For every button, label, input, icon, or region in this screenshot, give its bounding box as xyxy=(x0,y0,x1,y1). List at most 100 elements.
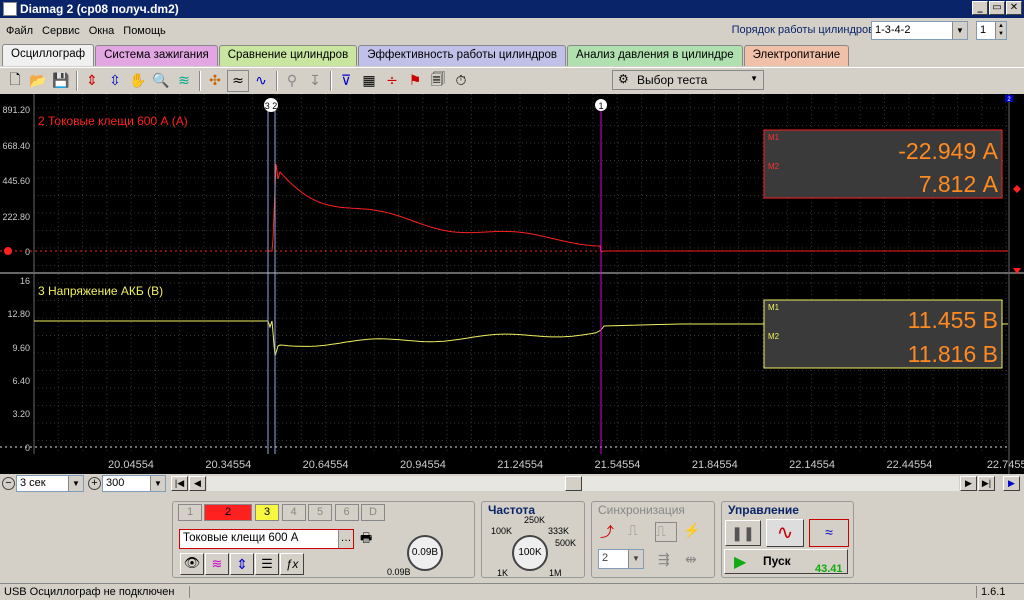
invert-icon[interactable]: ≋ xyxy=(205,553,229,575)
channel-2-scale-marker[interactable] xyxy=(1013,185,1021,193)
status-text: USB Осциллограф не подключен xyxy=(0,586,190,598)
zoom-vertical-icon[interactable]: ⇕ xyxy=(81,70,103,92)
step-down-icon[interactable]: ⎍ xyxy=(655,522,677,542)
chevron-down-icon: ▼ xyxy=(150,476,165,491)
control-timer-display: 43.41 xyxy=(815,563,843,575)
frequency-knob[interactable]: 100K xyxy=(512,535,548,571)
cursor-marker-right-label: 1 xyxy=(598,101,603,111)
channel-button-d[interactable]: D xyxy=(361,504,385,521)
channel-button-5[interactable]: 5 xyxy=(308,504,332,521)
scrollbar-thumb[interactable] xyxy=(565,476,582,491)
pause-button[interactable]: ❚❚ xyxy=(725,520,761,546)
new-file-icon[interactable]: 🗋 xyxy=(4,70,26,92)
tab-oscilloscope[interactable]: Осциллограф xyxy=(2,44,95,66)
level-knob[interactable]: 0.09В xyxy=(407,535,443,571)
sync-arrows-icon[interactable]: ⇹ xyxy=(685,551,697,568)
tab-pressure-analysis[interactable]: Анализ давления в цилиндре xyxy=(567,45,743,66)
auto-icon[interactable]: ⚲ xyxy=(281,70,303,92)
points-select[interactable]: 300 ▼ xyxy=(102,475,166,492)
channel-button-6[interactable]: 6 xyxy=(334,504,359,521)
zoom-out-icon[interactable]: − xyxy=(2,477,15,490)
auto-sync-icon[interactable]: ⚡ xyxy=(683,522,705,542)
time-tick: 20.94554 xyxy=(400,459,446,471)
zoom-icon[interactable]: 🔍 xyxy=(150,70,172,92)
chevron-down-icon: ▼ xyxy=(628,550,643,568)
step-up-icon[interactable]: ⎍ xyxy=(628,522,650,542)
scroll-right-button[interactable]: ▶ xyxy=(960,476,977,491)
zero-icon[interactable]: ↧ xyxy=(304,70,326,92)
chevron-down-icon: ▼ xyxy=(68,476,83,491)
menu-file[interactable]: Файл xyxy=(3,25,36,37)
signal-icon[interactable]: ∿ xyxy=(250,70,272,92)
sensor-select[interactable]: Токовые клещи 600 А… xyxy=(179,529,354,549)
split-icon[interactable]: ÷ xyxy=(381,70,403,92)
ch3-ytick: 3.20 xyxy=(12,409,30,419)
ch3-ytick: 0 xyxy=(25,443,30,453)
channel-button-2[interactable]: 2 xyxy=(204,504,252,521)
overlay-icon[interactable]: ✣ xyxy=(204,70,226,92)
freq-label-333k: 333K xyxy=(548,526,570,536)
function-icon[interactable]: ƒx xyxy=(280,553,304,575)
eye-icon[interactable]: 👁 xyxy=(180,553,204,575)
filter-icon[interactable]: ⊽ xyxy=(335,70,357,92)
test-select[interactable]: ⚙ Выбор теста ▼ xyxy=(612,70,764,90)
scroll-left-button[interactable]: ◀ xyxy=(189,476,206,491)
table-icon[interactable]: ▦ xyxy=(358,70,380,92)
scroll-first-button[interactable]: |◀ xyxy=(171,476,188,491)
channel-button-3[interactable]: 3 xyxy=(255,504,279,521)
page-icon[interactable]: 🗐 xyxy=(427,70,449,92)
save-icon[interactable]: 💾 xyxy=(50,70,72,92)
ch2-ytick: 0 xyxy=(25,247,30,257)
sync-level-icon[interactable]: ⇶ xyxy=(658,551,670,568)
menu-windows[interactable]: Окна xyxy=(86,25,118,37)
tab-cylinder-compare[interactable]: Сравнение цилиндров xyxy=(218,45,358,66)
noise-mode-button[interactable]: ≈ xyxy=(809,519,849,547)
flag-icon[interactable]: ⚑ xyxy=(404,70,426,92)
open-folder-icon[interactable]: 📂 xyxy=(27,70,49,92)
ch2-ytick: 668.40 xyxy=(2,141,30,151)
wave-icon[interactable]: ≈ xyxy=(227,69,249,92)
cylinder-count-spinner[interactable]: 1 ▲ ▼ xyxy=(976,21,1007,40)
zoom-in-icon[interactable]: + xyxy=(88,477,101,490)
channel-button-1[interactable]: 1 xyxy=(178,504,202,521)
maximize-button[interactable]: ▭ xyxy=(989,1,1005,15)
time-tick: 21.54554 xyxy=(595,459,641,471)
rising-edge-icon[interactable]: ⤴ xyxy=(600,522,622,542)
ch3-ytick: 16 xyxy=(20,276,30,286)
channel-button-4[interactable]: 4 xyxy=(281,504,306,521)
auto-timer-icon[interactable]: ⏱ xyxy=(450,70,472,92)
oscilloscope-display[interactable]: 2 Токовые клещи 600 А (А) 3 Напряжение А… xyxy=(0,94,1024,474)
more-icon: … xyxy=(338,530,353,548)
sensor-settings-icon[interactable]: 🖶 xyxy=(360,529,378,549)
menu-help[interactable]: Помощь xyxy=(120,25,169,37)
menu-service[interactable]: Сервис xyxy=(39,25,83,37)
sync-channel-select[interactable]: 2 ▼ xyxy=(598,549,644,569)
play-mode-button[interactable]: ▶ xyxy=(1003,476,1020,491)
play-icon: ▶ xyxy=(734,554,747,571)
channel-2-m1-value: -22.949 А xyxy=(898,138,998,164)
channel-2-zero-marker[interactable] xyxy=(4,247,12,255)
time-scrollbar[interactable] xyxy=(207,476,959,491)
time-tick: 22.14554 xyxy=(789,459,835,471)
tab-power[interactable]: Электропитание xyxy=(743,45,850,66)
tab-strip: Осциллограф Система зажигания Сравнение … xyxy=(2,44,850,66)
lines-icon[interactable]: ☰ xyxy=(255,553,279,575)
close-button[interactable]: ✕ xyxy=(1006,1,1022,15)
scroll-last-button[interactable]: ▶| xyxy=(978,476,995,491)
timebase-select[interactable]: 3 сек ▼ xyxy=(16,475,84,492)
hand-icon[interactable]: ✋ xyxy=(127,70,149,92)
sine-mode-button[interactable]: ∿ xyxy=(766,519,804,547)
cursor-vertical-icon[interactable]: ⇳ xyxy=(104,70,126,92)
app-icon xyxy=(3,2,17,16)
fit-icon[interactable]: ≋ xyxy=(173,70,195,92)
cylinder-order-select[interactable]: 1-3-4-2 ▼ xyxy=(871,21,968,40)
tab-ignition[interactable]: Система зажигания xyxy=(95,45,218,66)
time-tick: 20.34554 xyxy=(205,459,251,471)
channel-3-m1-value: 11.455 В xyxy=(908,307,998,333)
minimize-button[interactable]: _ xyxy=(972,1,988,15)
cylinder-order-label: Порядок работы цилиндров xyxy=(731,24,874,36)
tab-cylinder-efficiency[interactable]: Эффективность работы цилиндров xyxy=(358,45,567,66)
vertical-scale-icon[interactable]: ⇕ xyxy=(230,553,254,575)
window-title: Diamag 2 (ср08 получ.dm2) xyxy=(20,2,179,16)
ch3-ytick: 12.80 xyxy=(7,309,30,319)
